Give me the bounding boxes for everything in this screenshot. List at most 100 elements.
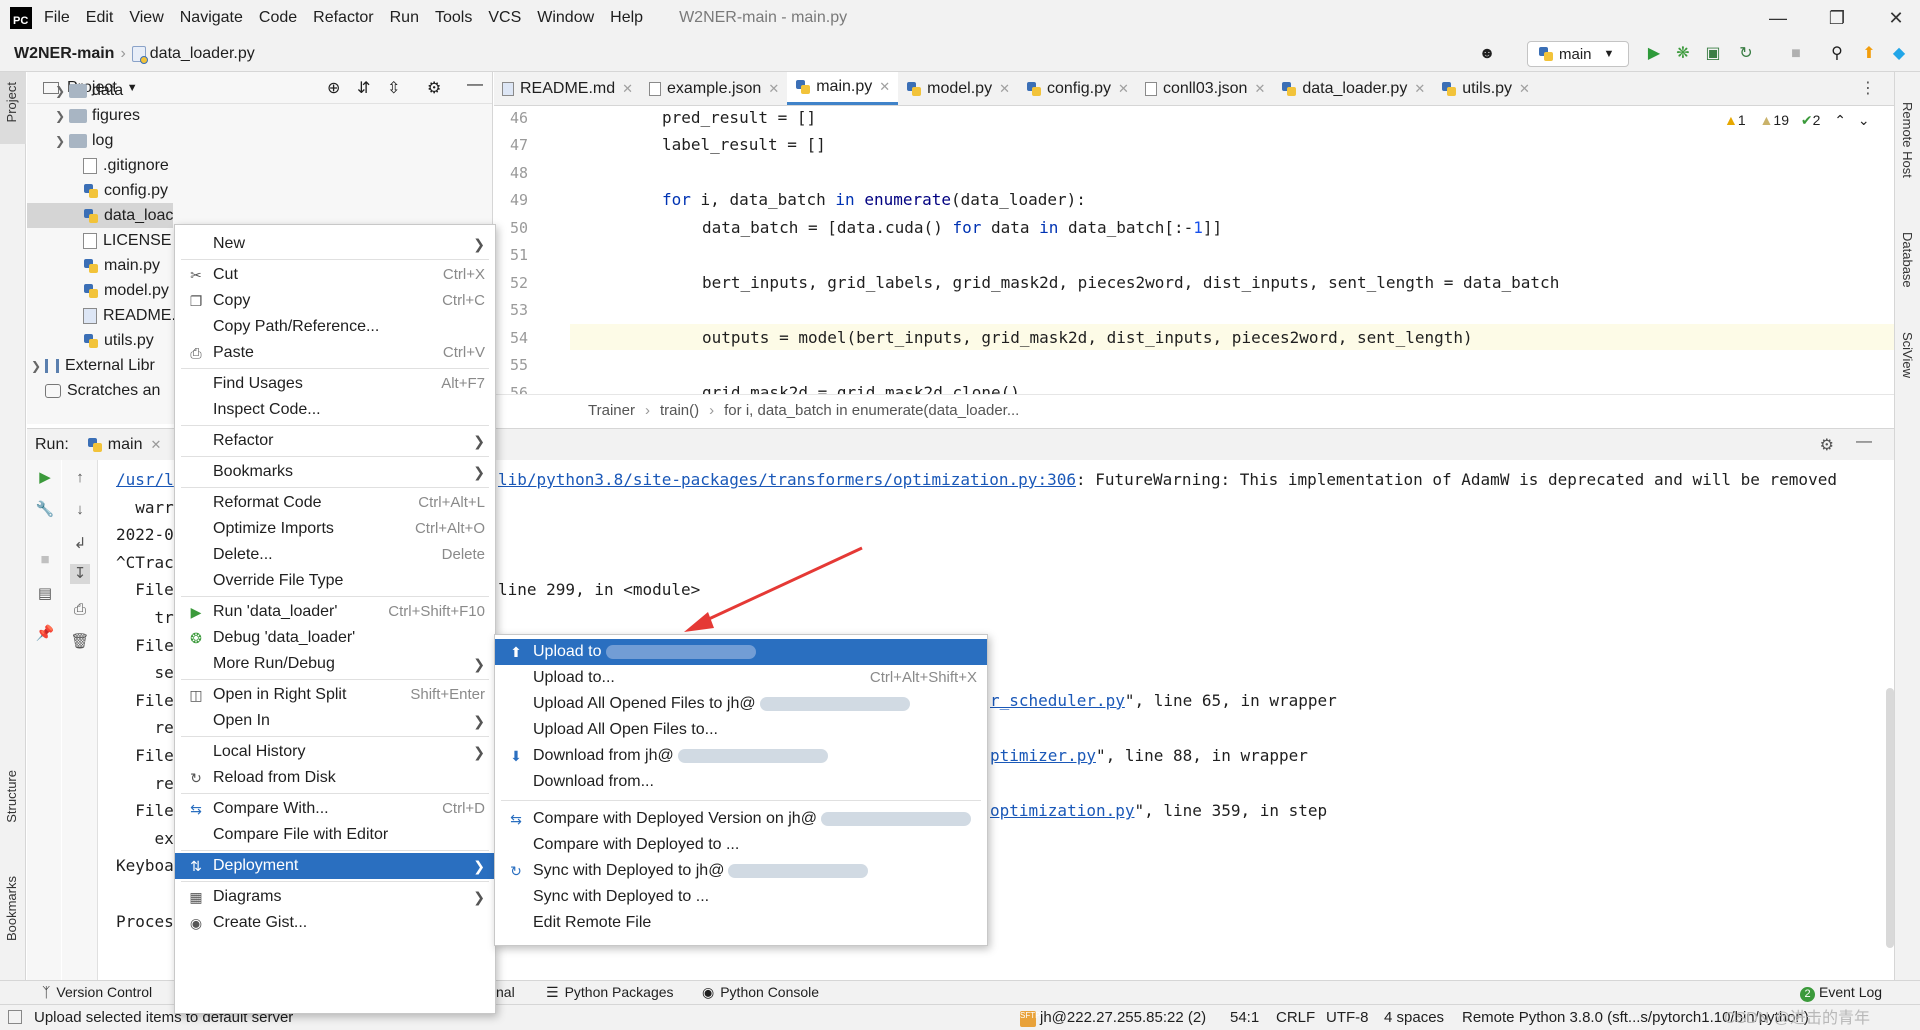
- menu-item-cut[interactable]: ✂ Cut Ctrl+X: [175, 262, 495, 288]
- tab-data-loader-py[interactable]: data_loader.py ✕: [1273, 72, 1433, 105]
- tab-main-py[interactable]: main.py ✕: [787, 72, 899, 105]
- menu-item-more-run-debug[interactable]: More Run/Debug ❯: [175, 651, 495, 677]
- nav-file-name[interactable]: data_loader.py: [150, 45, 255, 63]
- chevron-right-icon[interactable]: ❯: [31, 354, 45, 379]
- menu-code[interactable]: Code: [259, 9, 297, 27]
- run-configuration-select[interactable]: main ▼: [1527, 41, 1629, 67]
- update-icon[interactable]: ⬆: [1858, 43, 1880, 65]
- menu-item-create-gist[interactable]: ◉ Create Gist...: [175, 910, 495, 936]
- menu-item-run-data-loader[interactable]: ▶ Run 'data_loader' Ctrl+Shift+F10: [175, 599, 495, 625]
- tree-item-data[interactable]: ❯ data: [55, 78, 123, 103]
- menu-item-refactor[interactable]: Refactor ❯: [175, 428, 495, 454]
- console-file-link[interactable]: optimization.py: [990, 801, 1135, 820]
- pin-icon[interactable]: 📌: [35, 624, 55, 644]
- submenu-item-upload-to[interactable]: Upload to... Ctrl+Alt+Shift+X: [495, 665, 987, 691]
- breadcrumb-item[interactable]: for i, data_batch in enumerate(data_load…: [724, 402, 1019, 419]
- tab-python-packages[interactable]: ☰ Python Packages: [546, 984, 674, 1001]
- gear-icon[interactable]: ⚙: [427, 78, 441, 98]
- tree-item-utils[interactable]: utils.py: [83, 328, 154, 353]
- close-tab-icon[interactable]: ✕: [1519, 81, 1530, 97]
- tree-item-readme[interactable]: README.: [83, 303, 176, 328]
- chevron-down-icon[interactable]: ▼: [127, 82, 138, 94]
- menu-item-copy[interactable]: ❐ Copy Ctrl+C: [175, 288, 495, 314]
- status-position[interactable]: 54:1: [1230, 1009, 1259, 1026]
- menu-tools[interactable]: Tools: [435, 9, 472, 27]
- search-icon[interactable]: ⚲: [1826, 43, 1848, 65]
- tab-model-py[interactable]: model.py ✕: [898, 72, 1018, 105]
- menu-item-override-file-type[interactable]: Override File Type: [175, 568, 495, 594]
- menu-item-compare-file-with-editor[interactable]: Compare File with Editor: [175, 822, 495, 848]
- menu-help[interactable]: Help: [610, 9, 643, 27]
- close-tab-icon[interactable]: ✕: [622, 81, 633, 97]
- tab-config-py[interactable]: config.py ✕: [1018, 72, 1137, 105]
- menu-item-inspect-code[interactable]: Inspect Code...: [175, 397, 495, 423]
- submenu-item-compare-with-deployed-to[interactable]: Compare with Deployed to ...: [495, 832, 987, 858]
- profile-icon[interactable]: ↻: [1735, 43, 1757, 65]
- run-icon[interactable]: ▶: [1643, 43, 1665, 65]
- submenu-item-sync-with-deployed-to-jh[interactable]: ↻ Sync with Deployed to jh@: [495, 858, 987, 884]
- chevron-down-icon[interactable]: ⌄: [1858, 112, 1870, 128]
- collapse-all-icon[interactable]: ⇳: [387, 78, 400, 98]
- tool-window-structure[interactable]: Structure: [4, 770, 19, 823]
- console-file-link[interactable]: ptimizer.py: [990, 746, 1096, 765]
- menu-item-optimize-imports[interactable]: Optimize Imports Ctrl+Alt+O: [175, 516, 495, 542]
- tool-window-project[interactable]: Project: [4, 82, 19, 122]
- print-icon[interactable]: ⎙: [70, 600, 90, 620]
- breadcrumb-item[interactable]: Trainer: [588, 402, 635, 419]
- tree-item-figures[interactable]: ❯ figures: [55, 103, 140, 128]
- tool-window-database[interactable]: Database: [1900, 232, 1915, 288]
- chevron-right-icon[interactable]: ❯: [55, 129, 69, 154]
- more-tabs-icon[interactable]: ⋮: [1860, 78, 1876, 98]
- tree-item-main[interactable]: main.py: [83, 253, 160, 278]
- status-encoding[interactable]: UTF-8: [1326, 1009, 1369, 1026]
- menu-item-open-in-right-split[interactable]: ◫ Open in Right Split Shift+Enter: [175, 682, 495, 708]
- console-scrollbar[interactable]: [1886, 688, 1894, 948]
- expand-all-icon[interactable]: ⇵: [357, 78, 370, 98]
- tab-readme[interactable]: README.md ✕: [494, 72, 641, 105]
- debug-icon[interactable]: ❋: [1672, 43, 1694, 65]
- tree-item-license[interactable]: LICENSE: [83, 228, 171, 253]
- tree-item-config[interactable]: config.py: [83, 178, 168, 203]
- submenu-item-upload-all-open-files-to[interactable]: Upload All Open Files to...: [495, 717, 987, 743]
- stop-icon[interactable]: ■: [35, 550, 55, 570]
- jetbrains-icon[interactable]: ◆: [1888, 43, 1910, 65]
- menu-item-debug-data-loader[interactable]: ❂ Debug 'data_loader': [175, 625, 495, 651]
- menu-item-find-usages[interactable]: Find Usages Alt+F7: [175, 371, 495, 397]
- nav-project-name[interactable]: W2NER-main: [14, 45, 114, 63]
- submenu-item-edit-remote-file[interactable]: Edit Remote File: [495, 910, 987, 936]
- close-tab-icon[interactable]: ✕: [879, 79, 890, 95]
- submenu-item-sync-with-deployed-to[interactable]: Sync with Deployed to ...: [495, 884, 987, 910]
- close-tab-icon[interactable]: ✕: [1414, 81, 1425, 97]
- chevron-right-icon[interactable]: ❯: [55, 104, 69, 129]
- coverage-icon[interactable]: ▣: [1702, 43, 1724, 65]
- menu-item-delete[interactable]: Delete... Delete: [175, 542, 495, 568]
- tab-version-control[interactable]: ᛉ Version Control: [42, 984, 152, 1000]
- menu-refactor[interactable]: Refactor: [313, 9, 373, 27]
- tree-item-gitignore[interactable]: .gitignore: [83, 153, 169, 178]
- tab-utils-py[interactable]: utils.py ✕: [1433, 72, 1538, 105]
- menu-item-open-in[interactable]: Open In ❯: [175, 708, 495, 734]
- close-tab-icon[interactable]: ✕: [768, 81, 779, 97]
- close-tab-icon[interactable]: ✕: [150, 437, 161, 453]
- submenu-item-upload-to[interactable]: ⬆ Upload to: [495, 639, 987, 665]
- status-indent[interactable]: 4 spaces: [1384, 1009, 1444, 1026]
- submenu-item-download-from[interactable]: Download from...: [495, 769, 987, 795]
- menu-item-local-history[interactable]: Local History ❯: [175, 739, 495, 765]
- menu-navigate[interactable]: Navigate: [180, 9, 243, 27]
- breadcrumb-item[interactable]: train(): [660, 402, 699, 419]
- close-tab-icon[interactable]: ✕: [999, 81, 1010, 97]
- menu-view[interactable]: View: [129, 9, 163, 27]
- menu-item-paste[interactable]: ⎙ Paste Ctrl+V: [175, 340, 495, 366]
- tool-window-remote-host[interactable]: Remote Host: [1900, 102, 1915, 178]
- chevron-right-icon[interactable]: ❯: [55, 79, 69, 104]
- minimize-button[interactable]: —: [1758, 0, 1798, 36]
- layout-icon[interactable]: ▤: [35, 584, 55, 604]
- menu-edit[interactable]: Edit: [86, 9, 114, 27]
- menu-item-compare-with[interactable]: ⇆ Compare With... Ctrl+D: [175, 796, 495, 822]
- console-file-link[interactable]: lib/python3.8/site-packages/transformers…: [498, 470, 1076, 489]
- trash-icon[interactable]: 🗑: [70, 632, 90, 652]
- close-tab-icon[interactable]: ✕: [1254, 81, 1265, 97]
- hide-panel-icon[interactable]: —: [467, 76, 483, 94]
- inspection-widget[interactable]: ▲1 ▲19 ✔2 ⌃ ⌄: [1724, 112, 1870, 129]
- tab-conll03-json[interactable]: conll03.json ✕: [1137, 72, 1273, 105]
